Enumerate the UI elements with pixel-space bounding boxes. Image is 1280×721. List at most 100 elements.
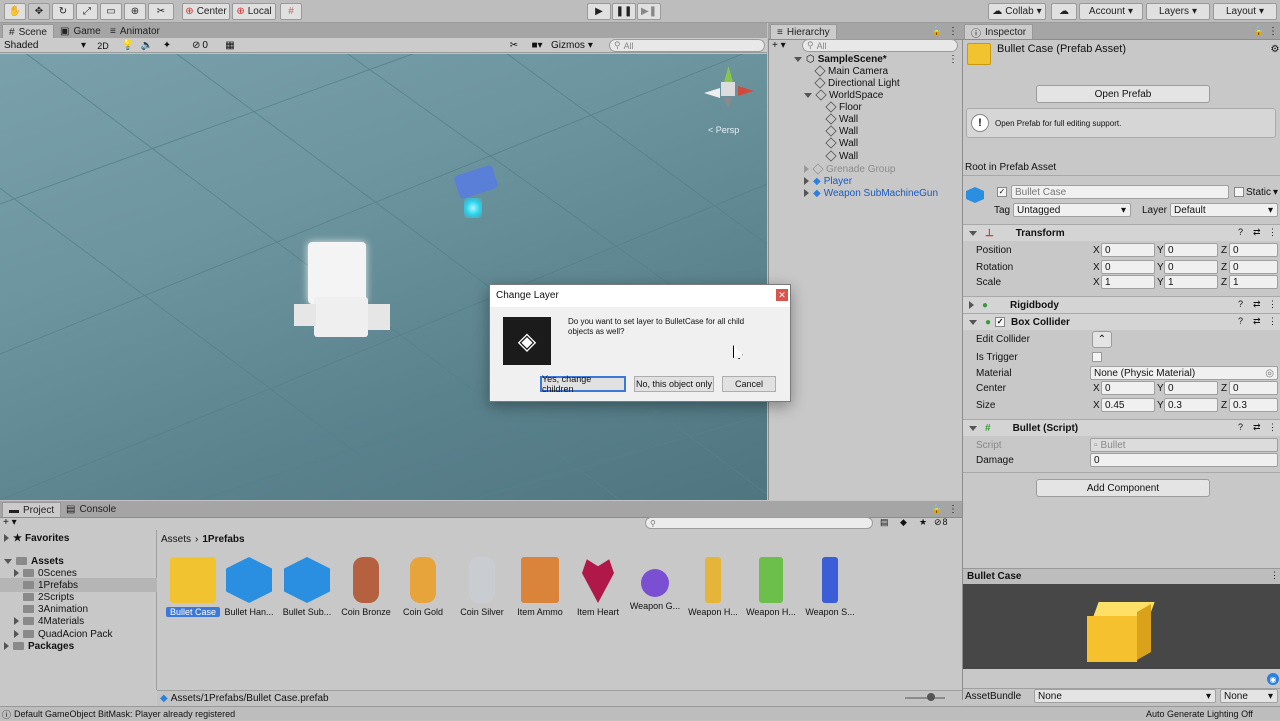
preview-menu-icon[interactable]: ⋮ bbox=[1270, 570, 1279, 581]
bullet-script-component-header[interactable]: # Bullet (Script) bbox=[963, 419, 1280, 436]
asset-weapon-submachinegun[interactable]: Weapon S... bbox=[803, 555, 857, 617]
transform-tool-button[interactable]: ⊕ bbox=[124, 3, 146, 20]
is-trigger-checkbox[interactable] bbox=[1092, 352, 1102, 362]
rect-tool-button[interactable]: ▭ bbox=[100, 3, 122, 20]
help-icon[interactable]: ? bbox=[1238, 227, 1243, 237]
tag-dropdown[interactable]: Untagged ▾ bbox=[1013, 203, 1131, 217]
asset-weapon-hammer[interactable]: Weapon H... bbox=[686, 555, 740, 617]
assetbundle-dropdown[interactable]: None ▾ bbox=[1034, 689, 1216, 703]
play-button[interactable]: ▶ bbox=[587, 3, 611, 20]
rotation-z-field[interactable]: 0 bbox=[1229, 260, 1278, 274]
layers-dropdown[interactable]: Layers ▾ bbox=[1146, 3, 1210, 20]
scale-tool-button[interactable]: ⤢ bbox=[76, 3, 98, 20]
orientation-gizmo[interactable] bbox=[700, 60, 760, 120]
center-z-field[interactable]: 0 bbox=[1229, 381, 1278, 395]
preview-area[interactable] bbox=[963, 584, 1280, 669]
hierarchy-item-weapon-submachinegun[interactable]: ◆ Weapon SubMachineGun bbox=[804, 186, 938, 200]
tab-animator[interactable]: ≡ Animator bbox=[104, 24, 166, 39]
folder-4materials[interactable]: 4Materials bbox=[14, 614, 84, 628]
object-name-field[interactable]: Bullet Case bbox=[1011, 185, 1229, 199]
account-dropdown[interactable]: Account ▾ bbox=[1079, 3, 1143, 20]
damage-field[interactable]: 0 bbox=[1090, 453, 1278, 467]
weapon-submachinegun-object[interactable] bbox=[452, 164, 502, 224]
projection-label[interactable]: < Persp bbox=[708, 125, 739, 135]
center-x-field[interactable]: 0 bbox=[1101, 381, 1155, 395]
pause-button[interactable]: ❚❚ bbox=[612, 3, 636, 20]
box-collider-component-header[interactable]: ● ✓ Box Collider bbox=[963, 313, 1280, 330]
rotate-tool-button[interactable]: ↻ bbox=[52, 3, 74, 20]
grid-toggle-icon[interactable]: ▦ bbox=[220, 39, 240, 52]
size-z-field[interactable]: 0.3 bbox=[1229, 398, 1278, 412]
project-search-input[interactable]: ⚲ bbox=[645, 517, 873, 529]
favorites-item[interactable]: ★ Favorites bbox=[4, 531, 69, 545]
collab-dropdown[interactable]: ☁ Collab ▾ bbox=[988, 3, 1046, 20]
panel-menu-icon[interactable]: ⋮ bbox=[948, 25, 958, 37]
cancel-button[interactable]: Cancel bbox=[722, 376, 776, 392]
step-button[interactable]: ▶❚ bbox=[637, 3, 661, 20]
asset-weapon-handgun[interactable]: Weapon H... bbox=[744, 555, 798, 617]
asset-bullet-submachinegun[interactable]: Bullet Sub... bbox=[280, 555, 334, 617]
tab-scene[interactable]: # Scene bbox=[2, 24, 54, 39]
transform-component-header[interactable]: ⊥ Transform bbox=[963, 224, 1280, 241]
help-icon[interactable]: ? bbox=[1238, 316, 1243, 326]
search-by-label-icon[interactable]: ◆ bbox=[900, 517, 907, 528]
tab-inspector[interactable]: ⓘ Inspector bbox=[964, 24, 1034, 40]
asset-coin-gold[interactable]: Coin Gold bbox=[396, 555, 450, 617]
material-field[interactable]: None (Physic Material) ◎ bbox=[1090, 366, 1278, 380]
position-z-field[interactable]: 0 bbox=[1229, 243, 1278, 257]
component-menu-icon[interactable]: ⋮ bbox=[1268, 316, 1277, 327]
audio-toggle-icon[interactable]: 🔈 bbox=[141, 39, 153, 52]
status-message[interactable]: ⓘ Default GameObject BitMask: Player alr… bbox=[2, 707, 235, 721]
preset-icon[interactable]: ⇄ bbox=[1253, 227, 1261, 238]
help-icon[interactable]: ? bbox=[1238, 422, 1243, 432]
static-dropdown[interactable]: Static ▾ bbox=[1246, 185, 1278, 199]
asset-item-ammo[interactable]: Item Ammo bbox=[513, 555, 567, 617]
lock-icon[interactable]: 🔒 bbox=[1253, 25, 1264, 37]
position-y-field[interactable]: 0 bbox=[1164, 243, 1218, 257]
edit-collider-button[interactable]: ⌃ bbox=[1092, 331, 1112, 348]
asset-weapon-grenade[interactable]: Weapon G... bbox=[628, 555, 682, 611]
layout-dropdown[interactable]: Layout ▾ bbox=[1213, 3, 1277, 20]
favorite-search-icon[interactable]: ★ bbox=[919, 517, 927, 528]
hierarchy-create-button[interactable]: + ▾ bbox=[772, 40, 794, 52]
hierarchy-item-wall[interactable]: Wall bbox=[825, 136, 858, 150]
cloud-button[interactable]: ☁ bbox=[1051, 3, 1077, 20]
center-y-field[interactable]: 0 bbox=[1164, 381, 1218, 395]
panel-menu-icon[interactable]: ⋮ bbox=[948, 503, 958, 515]
2d-toggle-button[interactable]: 2D bbox=[93, 39, 113, 52]
scale-y-field[interactable]: 1 bbox=[1164, 275, 1218, 289]
rotation-x-field[interactable]: 0 bbox=[1101, 260, 1155, 274]
lock-icon[interactable]: 🔒 bbox=[931, 25, 942, 37]
lighting-toggle-icon[interactable]: 💡 bbox=[122, 39, 134, 52]
preset-icon[interactable]: ⇄ bbox=[1253, 316, 1261, 327]
position-x-field[interactable]: 0 bbox=[1101, 243, 1155, 257]
gizmos-dropdown[interactable]: Gizmos ▾ bbox=[551, 39, 601, 52]
add-component-button[interactable]: Add Component bbox=[1036, 479, 1210, 497]
scene-menu-icon[interactable]: ⋮ bbox=[948, 53, 958, 65]
size-x-field[interactable]: 0.45 bbox=[1101, 398, 1155, 412]
space-toggle-button[interactable]: ⊕ Local bbox=[232, 3, 276, 20]
tab-project[interactable]: ▬ Project bbox=[2, 502, 62, 517]
packages-folder[interactable]: Packages bbox=[4, 639, 74, 653]
hand-tool-button[interactable]: ✋ bbox=[4, 3, 26, 20]
scene-viewport[interactable]: < Persp bbox=[0, 54, 767, 500]
breadcrumb-item-assets[interactable]: Assets bbox=[161, 534, 191, 545]
player-character[interactable] bbox=[292, 242, 392, 352]
icon-size-slider[interactable] bbox=[905, 693, 945, 701]
size-y-field[interactable]: 0.3 bbox=[1164, 398, 1218, 412]
settings-icon[interactable]: ⚙ bbox=[1270, 43, 1280, 55]
slider-thumb[interactable] bbox=[927, 693, 935, 701]
layer-dropdown[interactable]: Default ▾ bbox=[1170, 203, 1278, 217]
hidden-packages-toggle[interactable]: ⊘ 8 bbox=[934, 517, 948, 528]
component-menu-icon[interactable]: ⋮ bbox=[1268, 422, 1277, 433]
yes-change-children-button[interactable]: Yes, change children bbox=[540, 374, 626, 394]
asset-coin-bronze[interactable]: Coin Bronze bbox=[339, 555, 393, 617]
box-collider-enabled-checkbox[interactable]: ✓ bbox=[995, 317, 1006, 327]
component-menu-icon[interactable]: ⋮ bbox=[1268, 227, 1277, 238]
tab-console[interactable]: ▤ Console bbox=[60, 502, 122, 517]
breadcrumb-item-1prefabs[interactable]: 1Prefabs bbox=[202, 534, 244, 545]
component-menu-icon[interactable]: ⋮ bbox=[1268, 299, 1277, 310]
rigidbody-component-header[interactable]: ● Rigidbody bbox=[963, 296, 1280, 313]
preset-icon[interactable]: ⇄ bbox=[1253, 299, 1261, 310]
lighting-status[interactable]: Auto Generate Lighting Off bbox=[1146, 707, 1253, 721]
